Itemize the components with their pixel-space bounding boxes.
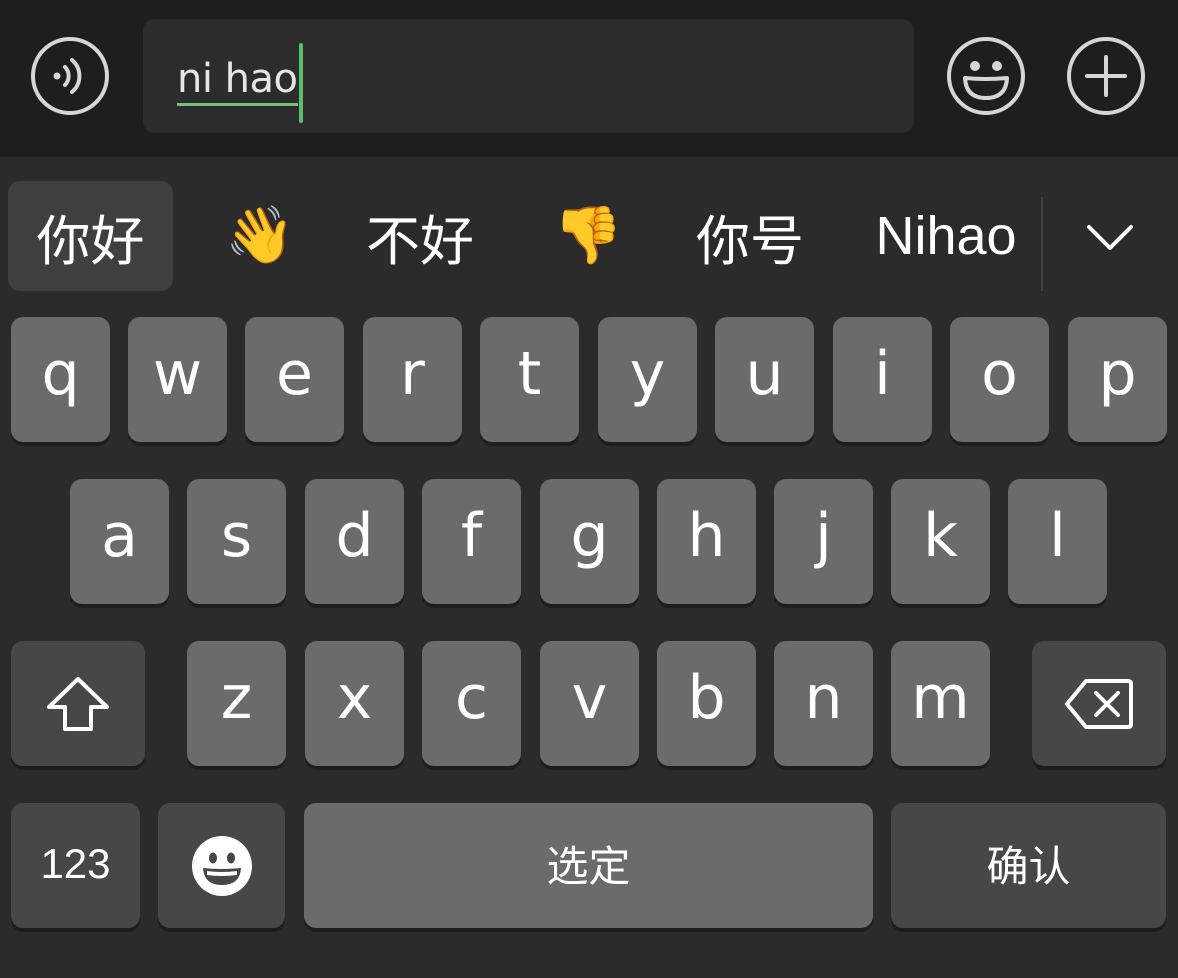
key-b[interactable]: b [657, 641, 756, 766]
plus-circle-icon [1067, 37, 1145, 115]
key-x[interactable]: x [305, 641, 404, 766]
key-g[interactable]: g [540, 479, 639, 604]
key-label: z [220, 662, 253, 733]
key-j[interactable]: j [774, 479, 873, 604]
confirm-key[interactable]: 确认 [891, 803, 1166, 928]
chevron-down-icon [1087, 225, 1133, 250]
key-e[interactable]: e [245, 317, 344, 442]
key-label: o [981, 338, 1018, 409]
key-a[interactable]: a [70, 479, 169, 604]
voice-input-button[interactable] [30, 36, 110, 116]
key-label: x [336, 662, 373, 733]
key-r[interactable]: r [363, 317, 462, 442]
candidate-label: Nihao [875, 206, 1017, 266]
select-key-label: 选定 [546, 842, 631, 891]
key-label: c [455, 662, 488, 733]
emoji-key[interactable] [158, 803, 285, 928]
key-label: n [804, 662, 843, 733]
key-label: g [570, 500, 609, 571]
smiley-face-icon [947, 37, 1025, 115]
emoji-button[interactable] [946, 36, 1026, 116]
key-label: r [400, 338, 425, 409]
confirm-key-label: 确认 [986, 842, 1071, 891]
key-label: u [745, 338, 784, 409]
key-d[interactable]: d [305, 479, 404, 604]
numbers-key[interactable]: 123 [11, 803, 140, 928]
key-label: t [517, 338, 542, 409]
candidate-divider [1041, 197, 1043, 291]
key-t[interactable]: t [480, 317, 579, 442]
key-y[interactable]: y [598, 317, 697, 442]
candidate-label: 不好 [366, 209, 474, 273]
text-caret [299, 43, 303, 123]
key-label: w [152, 338, 203, 409]
key-k[interactable]: k [891, 479, 990, 604]
key-label: k [923, 500, 958, 571]
key-label: l [1049, 500, 1066, 571]
key-u[interactable]: u [715, 317, 814, 442]
candidate-item[interactable]: 你好 [8, 181, 173, 291]
candidate-bar: 你好 👋 不好 👎 你号 Nihao [0, 157, 1178, 307]
key-label: v [571, 662, 608, 733]
candidate-item[interactable]: Nihao [860, 181, 1032, 291]
candidate-item[interactable]: 你号 [680, 181, 820, 291]
emoji-face-icon [191, 835, 252, 896]
key-s[interactable]: s [187, 479, 286, 604]
key-q[interactable]: q [11, 317, 110, 442]
numbers-key-label: 123 [40, 839, 111, 887]
key-l[interactable]: l [1008, 479, 1107, 604]
key-p[interactable]: p [1068, 317, 1167, 442]
candidate-label: 你号 [696, 209, 804, 273]
key-z[interactable]: z [187, 641, 286, 766]
key-c[interactable]: c [422, 641, 521, 766]
key-label: p [1098, 338, 1137, 409]
key-m[interactable]: m [891, 641, 990, 766]
waving-hand-icon: 👋 [225, 203, 295, 268]
key-o[interactable]: o [950, 317, 1049, 442]
key-w[interactable]: w [128, 317, 227, 442]
backspace-icon [1065, 678, 1133, 729]
message-text-field[interactable]: ni hao [143, 19, 914, 133]
keyboard: 你好 👋 不好 👎 你号 Nihao q w e r t y u i o p a [0, 157, 1178, 978]
key-n[interactable]: n [774, 641, 873, 766]
key-label: e [276, 338, 313, 409]
chat-input-bar: ni hao [0, 0, 1178, 157]
expand-candidates-button[interactable] [1070, 197, 1150, 277]
candidate-label: 你好 [36, 209, 145, 273]
delete-key[interactable] [1032, 641, 1166, 766]
thumbs-down-icon: 👎 [553, 203, 623, 268]
key-h[interactable]: h [657, 479, 756, 604]
composition-text: ni hao [177, 57, 298, 106]
key-label: m [911, 662, 970, 733]
select-space-key[interactable]: 选定 [304, 803, 873, 928]
key-label: a [101, 500, 138, 571]
key-f[interactable]: f [422, 479, 521, 604]
shift-arrow-icon [47, 676, 109, 731]
candidate-item[interactable]: 不好 [350, 181, 490, 291]
key-label: f [460, 500, 483, 571]
voice-wave-icon [31, 37, 109, 115]
shift-key[interactable] [11, 641, 145, 766]
key-v[interactable]: v [540, 641, 639, 766]
key-label: q [41, 338, 80, 409]
key-label: i [874, 338, 891, 409]
key-label: b [687, 662, 726, 733]
key-label: s [220, 500, 253, 571]
key-label: j [815, 500, 832, 571]
key-i[interactable]: i [833, 317, 932, 442]
more-button[interactable] [1066, 36, 1146, 116]
candidate-item-waving-hand[interactable]: 👋 [212, 181, 308, 291]
key-label: d [335, 500, 374, 571]
candidate-item-thumbs-down[interactable]: 👎 [540, 181, 636, 291]
key-label: h [687, 500, 726, 571]
key-label: y [629, 338, 666, 409]
